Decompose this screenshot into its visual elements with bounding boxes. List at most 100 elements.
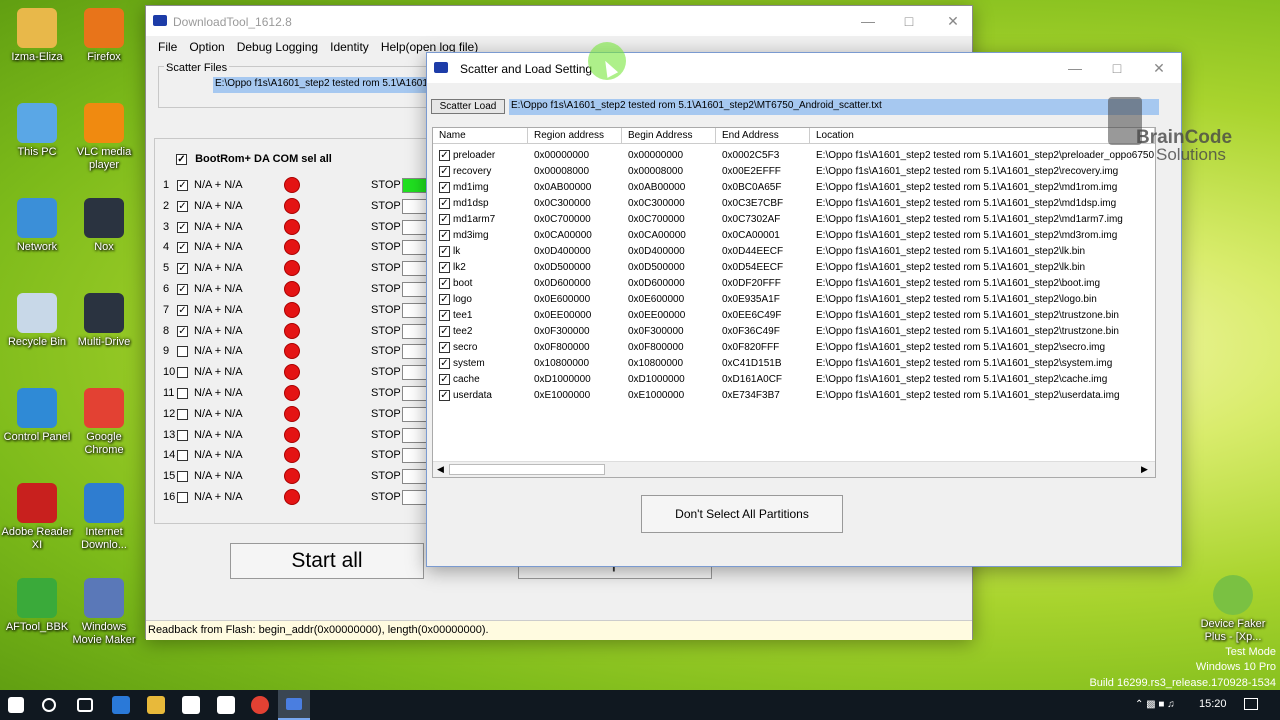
- partition-row[interactable]: ✓ userdata 0xE1000000 0xE1000000 0xE734F3B7 E…: [433, 388, 1155, 404]
- partition-checkbox[interactable]: ✓: [439, 166, 450, 177]
- l-icon-1[interactable]: This PC: [0, 103, 74, 159]
- partition-row[interactable]: ✓ md1arm7 0x0C700000 0x0C700000 0x0C7302AF E:…: [433, 212, 1155, 228]
- port-checkbox[interactable]: [177, 346, 188, 358]
- clock[interactable]: 15:20: [1199, 698, 1227, 710]
- port-checkbox[interactable]: [177, 367, 188, 379]
- partition-row[interactable]: ✓ cache 0xD1000000 0xD1000000 0xD161A0CF E:\O…: [433, 372, 1155, 388]
- dialog-minimize-icon[interactable]: —: [1065, 59, 1085, 77]
- l-icon-5[interactable]: Adobe Reader XI: [0, 483, 74, 552]
- port-checkbox[interactable]: ✓: [177, 325, 188, 337]
- horizontal-scrollbar[interactable]: ◀ ▶: [433, 461, 1155, 477]
- partition-row[interactable]: ✓ recovery 0x00008000 0x00008000 0x00E2EFFF E…: [433, 164, 1155, 180]
- partition-row[interactable]: ✓ boot 0x0D600000 0x0D600000 0x0DF20FFF E:\Op…: [433, 276, 1155, 292]
- port-checkbox[interactable]: ✓: [177, 242, 188, 254]
- partition-checkbox[interactable]: ✓: [439, 374, 450, 385]
- r-icon-5[interactable]: Internet Downlo...: [67, 483, 141, 552]
- partition-row[interactable]: ✓ md1dsp 0x0C300000 0x0C300000 0x0C3E7CBF E:\…: [433, 196, 1155, 212]
- partition-checkbox[interactable]: ✓: [439, 326, 450, 337]
- port-checkbox[interactable]: [177, 408, 188, 420]
- action-center-icon[interactable]: [1244, 698, 1258, 710]
- col-region-address[interactable]: Region address: [528, 128, 622, 144]
- r-icon-3[interactable]: Multi-Drive: [67, 293, 141, 349]
- search-icon[interactable]: [42, 698, 56, 712]
- maximize-icon[interactable]: □: [899, 12, 919, 30]
- partition-checkbox[interactable]: ✓: [439, 150, 450, 161]
- l-icon-0[interactable]: Izma-Eliza: [0, 8, 74, 64]
- col-location[interactable]: Location: [810, 128, 1155, 144]
- port-checkbox[interactable]: [177, 388, 188, 399]
- bootrom-select-all-checkbox[interactable]: ✓: [176, 153, 187, 165]
- port-checkbox[interactable]: [177, 429, 188, 441]
- col-end-address[interactable]: End Address: [716, 128, 810, 144]
- minimize-icon[interactable]: —: [858, 12, 878, 30]
- store-icon[interactable]: [182, 696, 200, 714]
- scroll-thumb[interactable]: [449, 464, 605, 475]
- partition-row[interactable]: ✓ secro 0x0F800000 0x0F800000 0x0F820FFF E:\O…: [433, 340, 1155, 356]
- r-icon-2[interactable]: Nox: [67, 198, 141, 254]
- device-faker-icon[interactable]: Device Faker Plus - [Xp...: [1193, 575, 1273, 644]
- r-icon-1[interactable]: VLC media player: [67, 103, 141, 172]
- downloadtool-taskbar-item[interactable]: [278, 690, 310, 720]
- mail-icon[interactable]: [217, 696, 235, 714]
- chrome-icon[interactable]: [251, 696, 269, 714]
- notification-icons[interactable]: ⌃ ▩ ■ ♫: [1135, 699, 1175, 710]
- port-checkbox[interactable]: ✓: [177, 284, 188, 295]
- port-checkbox[interactable]: ✓: [177, 221, 188, 233]
- partition-row[interactable]: ✓ system 0x10800000 0x10800000 0xC41D151B E:\…: [433, 356, 1155, 372]
- col-name[interactable]: Name: [433, 128, 528, 144]
- partition-checkbox[interactable]: ✓: [439, 246, 450, 257]
- partition-row[interactable]: ✓ tee1 0x0EE00000 0x0EE00000 0x0EE6C49F E:\Op…: [433, 308, 1155, 324]
- port-checkbox[interactable]: [177, 492, 188, 503]
- port-checkbox[interactable]: ✓: [177, 304, 188, 316]
- dont-select-all-partitions-button[interactable]: Don't Select All Partitions: [641, 495, 843, 533]
- port-checkbox[interactable]: ✓: [177, 200, 188, 212]
- partition-checkbox[interactable]: ✓: [439, 342, 450, 353]
- partition-checkbox[interactable]: ✓: [439, 230, 450, 241]
- partition-row[interactable]: ✓ logo 0x0E600000 0x0E600000 0x0E935A1F E:\Op…: [433, 292, 1155, 308]
- close-icon[interactable]: ✕: [943, 12, 963, 30]
- port-checkbox[interactable]: ✓: [177, 180, 188, 191]
- start-icon[interactable]: [8, 697, 24, 713]
- partition-row[interactable]: ✓ lk2 0x0D500000 0x0D500000 0x0D54EECF E:\Opp…: [433, 260, 1155, 276]
- port-checkbox[interactable]: [177, 471, 188, 483]
- r-icon-0[interactable]: Firefox: [67, 8, 141, 64]
- partition-checkbox[interactable]: ✓: [439, 358, 450, 369]
- scatter-load-button[interactable]: Scatter Load: [431, 99, 505, 114]
- partition-checkbox[interactable]: ✓: [439, 310, 450, 321]
- port-checkbox[interactable]: ✓: [177, 263, 188, 275]
- partition-checkbox[interactable]: ✓: [439, 278, 450, 289]
- l-icon-4[interactable]: Control Panel: [0, 388, 74, 444]
- scroll-left-icon[interactable]: ◀: [437, 464, 444, 475]
- partition-row[interactable]: ✓ preloader 0x00000000 0x00000000 0x0002C5F3…: [433, 148, 1155, 164]
- scroll-right-icon[interactable]: ▶: [1141, 464, 1148, 475]
- r-icon-4[interactable]: Google Chrome: [67, 388, 141, 457]
- menu-debug-logging[interactable]: Debug Logging: [231, 36, 324, 54]
- partition-row[interactable]: ✓ lk 0x0D400000 0x0D400000 0x0D44EECF E:\Oppo…: [433, 244, 1155, 260]
- partition-row[interactable]: ✓ md3img 0x0CA00000 0x0CA00000 0x0CA00001 E:\…: [433, 228, 1155, 244]
- l-icon-2[interactable]: Network: [0, 198, 74, 254]
- partition-checkbox[interactable]: ✓: [439, 182, 450, 193]
- partition-checkbox[interactable]: ✓: [439, 262, 450, 273]
- partition-checkbox[interactable]: ✓: [439, 214, 450, 225]
- bootrom-select-all[interactable]: ✓ BootRom+ DA COM sel all: [176, 153, 332, 165]
- partition-checkbox[interactable]: ✓: [439, 294, 450, 305]
- partition-checkbox[interactable]: ✓: [439, 390, 450, 401]
- partition-row[interactable]: ✓ md1img 0x0AB00000 0x0AB00000 0x0BC0A65F E:\…: [433, 180, 1155, 196]
- start-all-button[interactable]: Start all: [230, 543, 424, 579]
- partition-row[interactable]: ✓ tee2 0x0F300000 0x0F300000 0x0F36C49F E:\Op…: [433, 324, 1155, 340]
- port-checkbox[interactable]: [177, 450, 188, 462]
- scatter-path-field[interactable]: E:\Oppo f1s\A1601_step2 tested rom 5.1\A…: [213, 77, 428, 93]
- task-view-icon[interactable]: [77, 698, 93, 712]
- edge-icon[interactable]: [112, 696, 130, 714]
- menu-file[interactable]: File: [152, 36, 183, 54]
- col-begin-address[interactable]: Begin Address: [622, 128, 716, 144]
- l-icon-6[interactable]: AFTool_BBK: [0, 578, 74, 634]
- menu-identity[interactable]: Identity: [324, 36, 375, 54]
- scatter-file-field[interactable]: E:\Oppo f1s\A1601_step2 tested rom 5.1\A…: [509, 99, 1159, 115]
- r-icon-6[interactable]: Windows Movie Maker: [67, 578, 141, 647]
- menu-option[interactable]: Option: [183, 36, 230, 54]
- dialog-maximize-icon[interactable]: □: [1107, 59, 1127, 77]
- dialog-titlebar[interactable]: Scatter and Load Setting — □ ✕: [427, 53, 1181, 83]
- dialog-close-icon[interactable]: ✕: [1149, 59, 1169, 77]
- l-icon-3[interactable]: Recycle Bin: [0, 293, 74, 349]
